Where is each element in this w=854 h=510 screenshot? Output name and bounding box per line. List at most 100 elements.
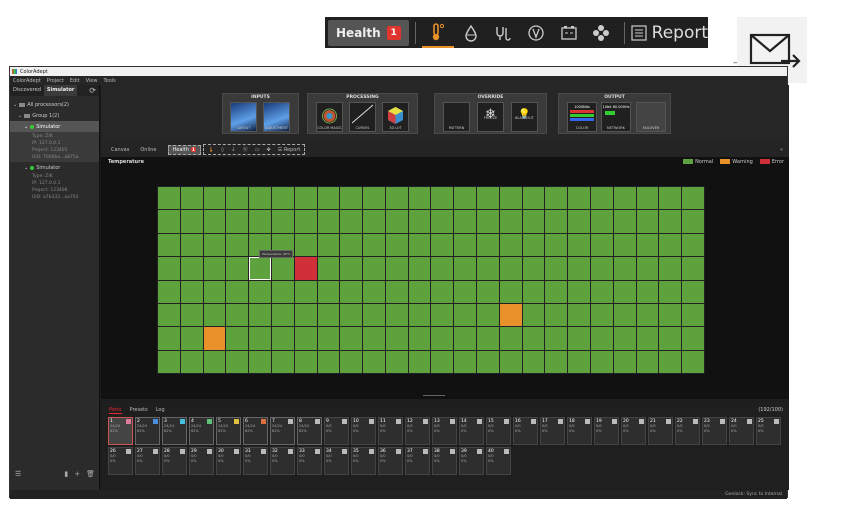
panel-cell[interactable] <box>363 257 385 280</box>
port-card[interactable]: 34 0/0 0% <box>324 447 349 475</box>
panel-cell[interactable] <box>682 187 704 210</box>
panel-cell[interactable] <box>203 350 226 373</box>
card-freeze[interactable]: ❄ FREEZE <box>477 102 504 132</box>
panel-cell[interactable] <box>363 280 385 303</box>
port-card[interactable]: 25 0/0 0% <box>756 417 781 445</box>
tab-log[interactable]: Log <box>156 407 165 414</box>
panel-cell[interactable] <box>499 257 522 280</box>
tab-health[interactable]: Health 1 <box>167 144 201 155</box>
panel-cell[interactable] <box>294 233 317 257</box>
panel-cell[interactable] <box>477 187 499 210</box>
panel-cell[interactable] <box>294 327 317 350</box>
panel-cell[interactable] <box>477 280 499 303</box>
panel-cell[interactable] <box>249 280 271 303</box>
port-card[interactable]: 6 24/24 62% <box>243 417 268 445</box>
panel-cell[interactable] <box>613 257 636 280</box>
port-card[interactable]: 10 0/0 0% <box>351 417 376 445</box>
port-card[interactable]: 18 0/0 0% <box>567 417 592 445</box>
thermometer-icon[interactable]: 🌡 <box>208 147 214 153</box>
panel-cell[interactable] <box>454 327 477 350</box>
port-card[interactable]: 12 0/0 0% <box>405 417 430 445</box>
port-card[interactable]: 31 0/0 0% <box>243 447 268 475</box>
menu-tools[interactable]: Tools <box>103 78 115 84</box>
panel-cell[interactable] <box>636 303 659 327</box>
add-icon[interactable]: + <box>74 470 80 478</box>
plug-icon[interactable]: ⏚ <box>231 146 236 153</box>
port-card[interactable]: 14 0/0 0% <box>459 417 484 445</box>
panel-cell[interactable] <box>659 257 682 280</box>
panel-cell[interactable] <box>568 303 591 327</box>
panel-cell[interactable] <box>317 187 340 210</box>
fan-icon[interactable] <box>585 17 618 48</box>
panel-cell[interactable] <box>613 303 636 327</box>
card-layout[interactable]: LAYOUT <box>230 102 257 132</box>
panel-cell[interactable] <box>568 350 591 373</box>
panel-cell[interactable] <box>249 257 271 280</box>
battery-icon[interactable] <box>552 17 585 48</box>
collapse-icon[interactable]: « <box>780 147 783 153</box>
panel-cell[interactable] <box>477 233 499 257</box>
tab-simulator[interactable]: Simulator <box>43 85 78 96</box>
plug-icon[interactable] <box>487 17 520 48</box>
panel-cell[interactable] <box>431 350 454 373</box>
port-card[interactable]: 27 0/0 0% <box>135 447 160 475</box>
panel-cell[interactable] <box>682 280 704 303</box>
panel-cell[interactable] <box>317 303 340 327</box>
panel-cell[interactable] <box>180 327 203 350</box>
panel-cell[interactable] <box>385 210 408 233</box>
panel-cell[interactable] <box>431 327 454 350</box>
panel-cell[interactable] <box>613 327 636 350</box>
panel-cell[interactable] <box>408 187 431 210</box>
voltage-icon[interactable] <box>520 17 553 48</box>
panel-cell[interactable] <box>499 303 522 327</box>
panel-cell[interactable] <box>591 210 613 233</box>
panel-cell[interactable] <box>340 233 363 257</box>
panel-cell[interactable] <box>636 210 659 233</box>
panel-cell[interactable] <box>317 350 340 373</box>
panel-cell[interactable] <box>682 257 704 280</box>
panel-cell[interactable] <box>545 187 568 210</box>
panel-cell[interactable] <box>477 350 499 373</box>
panel-cell[interactable] <box>659 187 682 210</box>
panel-cell[interactable] <box>271 187 294 210</box>
panel-cell[interactable] <box>340 350 363 373</box>
panel-cell[interactable] <box>158 350 180 373</box>
tab-canvas[interactable]: Canvas <box>111 147 129 153</box>
panel-cell[interactable] <box>659 210 682 233</box>
tree-device-1[interactable]: ⌄ Simulator <box>10 121 99 132</box>
panel-cell[interactable] <box>294 187 317 210</box>
port-card[interactable]: 28 0/0 0% <box>162 447 187 475</box>
port-card[interactable]: 8 24/24 62% <box>297 417 322 445</box>
panel-cell[interactable] <box>613 350 636 373</box>
panel-cell[interactable] <box>591 233 613 257</box>
battery-icon[interactable]: ▭ <box>255 147 260 153</box>
report-button[interactable]: ☰ Report <box>278 147 301 153</box>
panel-cell[interactable] <box>659 327 682 350</box>
panel-cell[interactable] <box>522 280 545 303</box>
panel-cell[interactable] <box>203 233 226 257</box>
panel-cell[interactable] <box>477 303 499 327</box>
panel-cell[interactable] <box>682 210 704 233</box>
droplet-icon[interactable]: ◊ <box>221 147 223 153</box>
panel-cell[interactable] <box>158 280 180 303</box>
port-card[interactable]: 29 0/0 0% <box>189 447 214 475</box>
card-3d-lut[interactable]: 3D LUT <box>382 102 409 132</box>
panel-cell[interactable] <box>431 280 454 303</box>
panel-cell[interactable] <box>568 210 591 233</box>
panel-cell[interactable] <box>340 280 363 303</box>
panel-cell[interactable] <box>203 303 226 327</box>
menu-coloradept[interactable]: ColorAdept <box>13 78 41 84</box>
panel-cell[interactable] <box>545 257 568 280</box>
menu-edit[interactable]: Edit <box>70 78 80 84</box>
port-card[interactable]: 4 24/24 62% <box>189 417 214 445</box>
panel-cell[interactable] <box>317 327 340 350</box>
panel-cell[interactable] <box>408 350 431 373</box>
voltage-icon[interactable]: Ⓥ <box>243 146 248 153</box>
panel-cell[interactable] <box>636 327 659 350</box>
panel-cell[interactable] <box>522 233 545 257</box>
panel-cell[interactable] <box>385 233 408 257</box>
panel-cell[interactable] <box>340 210 363 233</box>
panel-cell[interactable] <box>522 257 545 280</box>
panel-cell[interactable] <box>477 327 499 350</box>
panel-cell[interactable] <box>317 257 340 280</box>
